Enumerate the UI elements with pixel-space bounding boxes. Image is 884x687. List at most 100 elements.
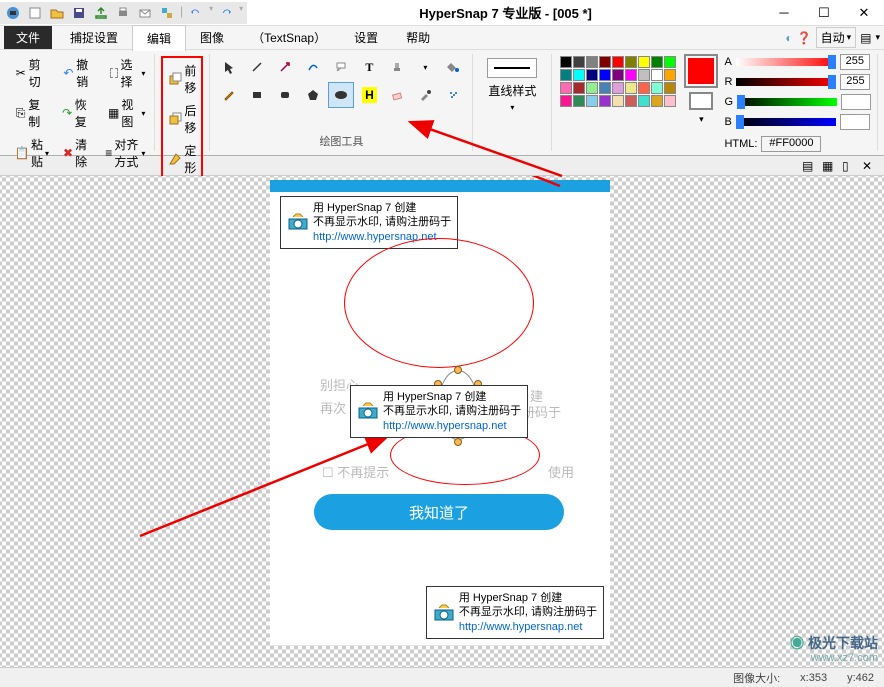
- blue-value[interactable]: [840, 114, 870, 130]
- red-slider[interactable]: [736, 78, 836, 86]
- clear-button[interactable]: ✖清除: [60, 134, 94, 172]
- fill-tool[interactable]: [440, 54, 466, 80]
- undo-button[interactable]: ↶撤销: [60, 54, 100, 92]
- chevron-down-icon[interactable]: ▾: [510, 103, 514, 112]
- stamp-drop[interactable]: ▾: [412, 54, 438, 80]
- handle[interactable]: [454, 366, 462, 374]
- green-slider[interactable]: [737, 98, 837, 106]
- color-swatch[interactable]: [638, 56, 650, 68]
- select-button[interactable]: 选择▾: [107, 54, 148, 92]
- color-swatch[interactable]: [612, 69, 624, 81]
- page-icon[interactable]: ▯: [842, 159, 856, 173]
- tab-edit[interactable]: 编辑: [132, 25, 186, 51]
- tab-textsnap[interactable]: （TextSnap）: [238, 25, 340, 50]
- paste-button[interactable]: 📋粘贴▾: [12, 134, 52, 172]
- ok-button[interactable]: 我知道了: [314, 494, 564, 530]
- callout-tool[interactable]: [328, 54, 354, 80]
- align-button[interactable]: ≡对齐方式▾: [102, 134, 148, 172]
- green-value[interactable]: [841, 94, 871, 110]
- tab-help[interactable]: 帮助: [392, 25, 444, 50]
- tab-image[interactable]: 图像: [186, 25, 238, 50]
- stamp-tool[interactable]: [384, 54, 410, 80]
- chevron-down-icon[interactable]: ▾: [875, 32, 880, 43]
- redo-icon[interactable]: [217, 4, 235, 22]
- color-swatch[interactable]: [638, 69, 650, 81]
- color-swatch[interactable]: [638, 95, 650, 107]
- help-icon[interactable]: ❓: [797, 31, 812, 45]
- print-icon[interactable]: [114, 4, 132, 22]
- auto-combo[interactable]: 自动▾: [816, 27, 857, 48]
- color-swatch[interactable]: [651, 69, 663, 81]
- rect-tool[interactable]: [244, 82, 270, 108]
- polygon-tool[interactable]: [300, 82, 326, 108]
- color-swatch[interactable]: [625, 56, 637, 68]
- color-swatch[interactable]: [560, 69, 572, 81]
- roundrect-tool[interactable]: [272, 82, 298, 108]
- color-swatch[interactable]: [599, 95, 611, 107]
- color-swatch[interactable]: [664, 56, 676, 68]
- color-swatch[interactable]: [638, 82, 650, 94]
- file-menu[interactable]: 文件: [4, 26, 52, 49]
- color-swatch[interactable]: [599, 82, 611, 94]
- eyedropper-tool[interactable]: [412, 82, 438, 108]
- pencil-tool[interactable]: [216, 82, 242, 108]
- cut-button[interactable]: ✂剪切: [12, 54, 52, 92]
- export-icon[interactable]: [92, 4, 110, 22]
- color-swatch[interactable]: [573, 56, 585, 68]
- color-swatch[interactable]: [586, 95, 598, 107]
- color-swatch[interactable]: [573, 69, 585, 81]
- red-value[interactable]: 255: [840, 74, 870, 90]
- ellipse-tool[interactable]: [328, 82, 354, 108]
- switch-icon[interactable]: [158, 4, 176, 22]
- color-swatch[interactable]: [560, 56, 572, 68]
- minimize-button[interactable]: ─: [764, 0, 804, 26]
- color-swatch[interactable]: [625, 82, 637, 94]
- send-back-button[interactable]: 后移: [165, 100, 199, 138]
- color-swatch[interactable]: [612, 95, 624, 107]
- big-ellipse[interactable]: [344, 238, 534, 368]
- blue-slider[interactable]: [736, 118, 836, 126]
- alpha-slider[interactable]: [736, 58, 836, 66]
- close-button[interactable]: ✕: [844, 0, 884, 26]
- tab-capture[interactable]: 捕捉设置: [56, 25, 132, 50]
- arrow-tool[interactable]: [272, 54, 298, 80]
- color-swatch[interactable]: [560, 82, 572, 94]
- line-preview[interactable]: [487, 58, 537, 78]
- chevron-icon[interactable]: ◐: [785, 31, 792, 45]
- chevron-down-icon[interactable]: ▾: [699, 114, 704, 125]
- color-swatch[interactable]: [586, 56, 598, 68]
- reshape-button[interactable]: 定形: [165, 140, 199, 178]
- color-swatch[interactable]: [599, 56, 611, 68]
- alpha-value[interactable]: 255: [840, 54, 870, 70]
- color-swatch[interactable]: [612, 82, 624, 94]
- list-icon[interactable]: ▤: [802, 159, 816, 173]
- toolbar-icon[interactable]: ▤: [860, 31, 871, 45]
- eraser-tool[interactable]: [384, 82, 410, 108]
- redo-button[interactable]: ↷恢复: [59, 94, 98, 132]
- canvas-area[interactable]: 用 HyperSnap 7 创建不再显示水印, 请购注册码于http://www…: [0, 176, 884, 667]
- color-swatch[interactable]: [573, 82, 585, 94]
- maximize-button[interactable]: ☐: [804, 0, 844, 26]
- color-swatch[interactable]: [651, 95, 663, 107]
- bg-color[interactable]: [689, 92, 713, 110]
- save-icon[interactable]: [70, 4, 88, 22]
- copy-button[interactable]: ⎘复制: [12, 94, 51, 132]
- current-color[interactable]: [684, 54, 718, 88]
- color-swatch[interactable]: [560, 95, 572, 107]
- email-icon[interactable]: [136, 4, 154, 22]
- color-swatch[interactable]: [612, 56, 624, 68]
- view-button[interactable]: ▦视图▾: [105, 94, 148, 132]
- undo-icon[interactable]: [187, 4, 205, 22]
- color-swatch[interactable]: [599, 69, 611, 81]
- grid-icon[interactable]: ▦: [822, 159, 836, 173]
- html-color-input[interactable]: #FF0000: [761, 136, 821, 152]
- curve-tool[interactable]: [300, 54, 326, 80]
- highlight-tool[interactable]: H: [356, 82, 382, 108]
- color-swatch[interactable]: [573, 95, 585, 107]
- close-panel-icon[interactable]: ✕: [862, 159, 876, 173]
- line-tool[interactable]: [244, 54, 270, 80]
- text-tool[interactable]: T: [356, 54, 382, 80]
- tab-settings[interactable]: 设置: [340, 25, 392, 50]
- color-swatch[interactable]: [651, 56, 663, 68]
- new-icon[interactable]: [26, 4, 44, 22]
